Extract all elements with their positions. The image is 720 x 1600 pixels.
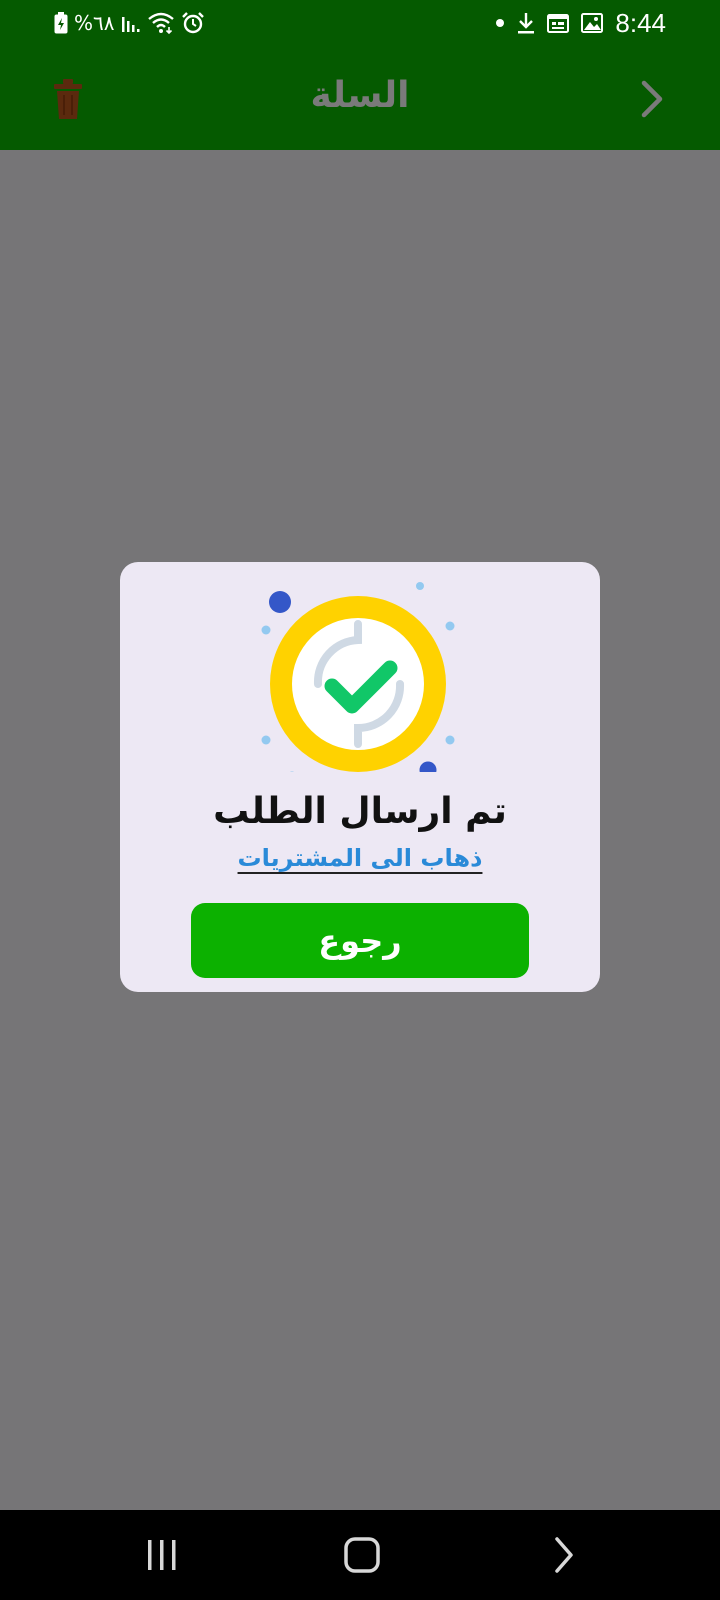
battery-charging-icon (54, 12, 68, 34)
go-to-purchases-link-container: ذهاب الى المشتريات (120, 844, 600, 872)
battery-percent: %٦٨ (74, 11, 115, 35)
status-bar: %٦٨ 8:44 (0, 0, 720, 45)
image-icon (581, 13, 604, 33)
success-dialog: تم ارسال الطلب ذهاب الى المشتريات رجوع (120, 562, 600, 992)
chevron-right-icon[interactable] (634, 77, 668, 121)
back-button[interactable]: رجوع (191, 903, 529, 978)
signal-icon (121, 13, 141, 33)
success-check-icon (260, 572, 460, 781)
alarm-icon (181, 11, 205, 35)
page-title: السلة (310, 75, 410, 116)
dialog-title: تم ارسال الطلب (213, 791, 507, 832)
app-bar: السلة (0, 45, 720, 150)
download-icon (517, 12, 535, 34)
status-bar-left: %٦٨ (54, 8, 205, 38)
notification-dot-icon (495, 18, 505, 28)
recents-icon[interactable] (138, 1532, 186, 1578)
status-bar-right: 8:44 (495, 8, 666, 38)
back-icon[interactable] (540, 1532, 588, 1578)
calendar-icon (547, 13, 570, 33)
go-to-purchases-link[interactable]: ذهاب الى المشتريات (238, 844, 483, 872)
status-time: 8:44 (615, 8, 666, 38)
wifi-icon (147, 12, 175, 34)
home-icon[interactable] (338, 1532, 386, 1578)
navigation-bar (0, 1510, 720, 1600)
